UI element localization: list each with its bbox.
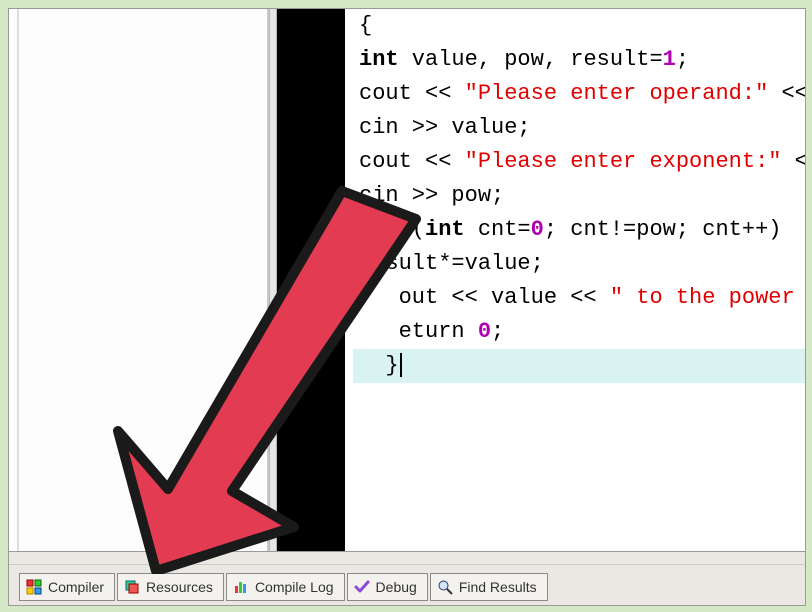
code-token-plain: cout << (359, 149, 465, 174)
code-token-plain: << e (768, 81, 805, 106)
text-caret (400, 353, 402, 377)
editor-gutter (277, 9, 345, 552)
code-line[interactable]: result*=value; (353, 247, 805, 281)
code-token-plain: } (359, 353, 399, 378)
code-token-plain: out << value << (359, 285, 610, 310)
ide-window: {int value, pow, result=1;cout << "Pleas… (8, 8, 806, 606)
code-line[interactable]: } (353, 349, 805, 383)
code-token-plain: ; (491, 319, 504, 344)
tab-compile-log[interactable]: Compile Log (226, 573, 345, 601)
code-line[interactable]: int value, pow, result=1; (353, 43, 805, 77)
editor-pane[interactable]: {int value, pow, result=1;cout << "Pleas… (277, 9, 805, 552)
code-line[interactable]: { (353, 9, 805, 43)
code-line[interactable]: for (int cnt=0; cnt!=pow; cnt++) (353, 213, 805, 247)
main-area: {int value, pow, result=1;cout << "Pleas… (9, 9, 805, 552)
code-token-plain: cnt= (465, 217, 531, 242)
code-area[interactable]: {int value, pow, result=1;cout << "Pleas… (345, 9, 805, 552)
code-token-str: "Please enter exponent:" (465, 149, 782, 174)
code-token-plain: ; (676, 47, 689, 72)
tab-debug[interactable]: Debug (347, 573, 428, 601)
squares-icon (26, 579, 42, 595)
tab-label: Compile Log (255, 579, 334, 595)
code-line[interactable]: out << value << " to the power of (353, 281, 805, 315)
project-pane-inner (17, 9, 269, 552)
bottom-tabbar: Compiler Resources Compile Log Debug Find Re… (9, 551, 805, 605)
code-token-kw: int (425, 217, 465, 242)
tab-label: Debug (376, 579, 417, 595)
code-token-plain: result*=value; (359, 251, 544, 276)
code-token-plain: value, pow, result= (399, 47, 663, 72)
stack-icon (124, 579, 140, 595)
code-line[interactable]: cout << "Please enter exponent:" << (353, 145, 805, 179)
code-token-plain: cin >> pow; (359, 183, 504, 208)
code-line[interactable]: cout << "Please enter operand:" << e (353, 77, 805, 111)
check-icon (354, 579, 370, 595)
bottom-tabbar-inner: Compiler Resources Compile Log Debug Find Re… (9, 564, 805, 605)
code-token-plain: ; cnt!=pow; cnt++) (544, 217, 782, 242)
tab-compiler[interactable]: Compiler (19, 573, 115, 601)
code-line[interactable]: cin >> pow; (353, 179, 805, 213)
code-token-kw: int (359, 47, 399, 72)
tab-resources[interactable]: Resources (117, 573, 224, 601)
code-token-plain: ( (399, 217, 425, 242)
magnifier-icon (437, 579, 453, 595)
code-token-plain: eturn (359, 319, 478, 344)
tab-find-results[interactable]: Find Results (430, 573, 548, 601)
bars-icon (233, 579, 249, 595)
code-token-num: 0 (478, 319, 491, 344)
code-token-str: "Please enter operand:" (465, 81, 769, 106)
tab-label: Compiler (48, 579, 104, 595)
project-pane[interactable] (9, 9, 269, 552)
code-token-num: 1 (663, 47, 676, 72)
code-token-str: " to the power of (610, 285, 805, 310)
tab-label: Find Results (459, 579, 537, 595)
code-token-plain: cout << (359, 81, 465, 106)
code-token-plain: cin >> value; (359, 115, 531, 140)
code-token-kw: for (359, 217, 399, 242)
code-token-num: 0 (531, 217, 544, 242)
code-line[interactable]: cin >> value; (353, 111, 805, 145)
vertical-splitter[interactable] (269, 9, 277, 552)
code-line[interactable]: eturn 0; (353, 315, 805, 349)
code-token-plain: { (359, 13, 372, 38)
tab-label: Resources (146, 579, 213, 595)
code-token-plain: << (781, 149, 805, 174)
